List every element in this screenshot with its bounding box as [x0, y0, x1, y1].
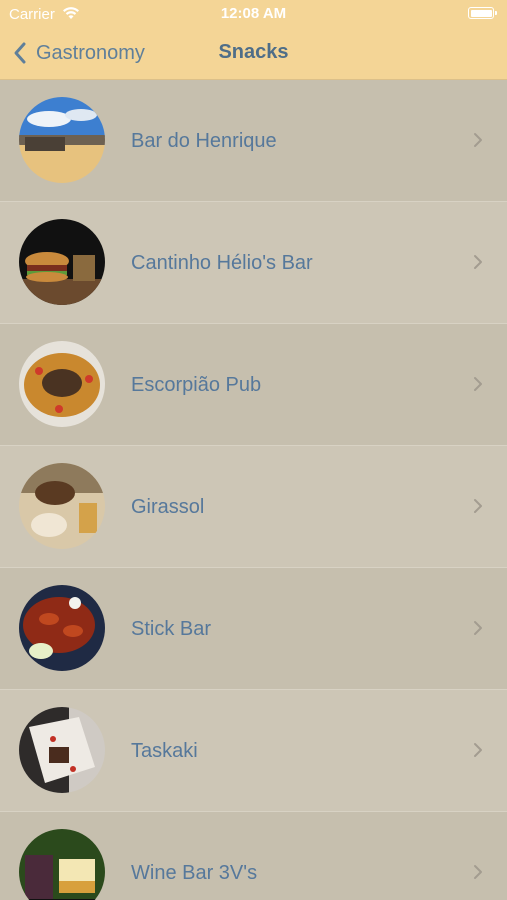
status-bar: Carrier 12:08 AM	[0, 0, 507, 28]
venue-name: Cantinho Hélio's Bar	[131, 252, 313, 274]
list-item[interactable]: Escorpião Pub	[0, 324, 507, 446]
venue-thumbnail	[19, 219, 105, 305]
chevron-right-icon	[474, 865, 482, 879]
venue-thumbnail	[19, 585, 105, 671]
venue-thumbnail	[19, 463, 105, 549]
list-item[interactable]: Stick Bar	[0, 568, 507, 690]
venue-name: Bar do Henrique	[131, 130, 277, 152]
list-item[interactable]: Cantinho Hélio's Bar	[0, 202, 507, 324]
chevron-right-icon	[474, 621, 482, 635]
list-item[interactable]: Bar do Henrique	[0, 80, 507, 202]
venue-thumbnail	[19, 341, 105, 427]
list-item[interactable]: Girassol	[0, 446, 507, 568]
venue-thumbnail	[19, 707, 105, 793]
navigation-bar: Gastronomy Snacks	[0, 28, 507, 80]
chevron-right-icon	[474, 133, 482, 147]
list-item[interactable]: Taskaki	[0, 690, 507, 812]
venue-thumbnail	[19, 97, 105, 183]
clock: 12:08 AM	[220, 5, 287, 22]
chevron-right-icon	[474, 743, 482, 757]
venue-name: Escorpião Pub	[131, 374, 262, 396]
chevron-right-icon	[474, 255, 482, 269]
venue-name: Taskaki	[131, 740, 198, 762]
chevron-right-icon	[474, 377, 482, 391]
list-item[interactable]: Wine Bar 3V's	[0, 812, 507, 900]
battery-icon	[468, 7, 497, 19]
page-title: Snacks	[218, 41, 289, 63]
venue-name: Wine Bar 3V's	[131, 862, 258, 884]
venue-name: Girassol	[131, 496, 205, 518]
chevron-right-icon	[474, 499, 482, 513]
top-bar: Carrier 12:08 AM Gastronomy Snacks	[0, 0, 507, 80]
venue-list: Bar do Henrique Cantinho Hélio's Bar Esc…	[0, 80, 507, 900]
venue-name: Stick Bar	[131, 618, 212, 640]
venue-thumbnail	[19, 829, 105, 900]
